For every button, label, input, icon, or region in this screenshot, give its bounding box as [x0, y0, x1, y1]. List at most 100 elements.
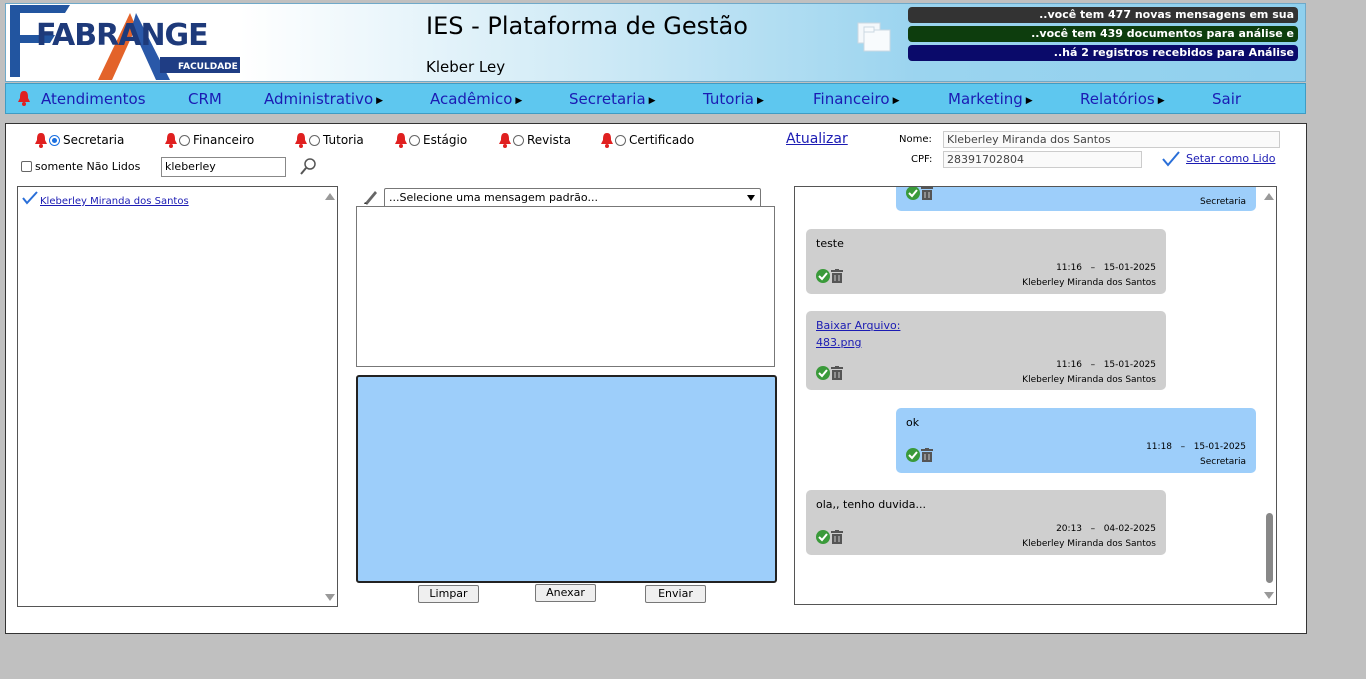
- submenu-arrow-icon: ▶: [1025, 96, 1033, 106]
- message-author: Secretaria: [1200, 197, 1246, 207]
- list-item[interactable]: Kleberley Miranda dos Santos: [22, 191, 189, 207]
- bell-icon: [35, 133, 47, 148]
- unread-only-checkbox[interactable]: [21, 161, 32, 172]
- filter-estagio[interactable]: Estágio: [394, 132, 467, 148]
- radio-estagio[interactable]: [409, 134, 420, 146]
- message-author: Kleberley Miranda dos Santos: [1022, 375, 1156, 385]
- attach-button[interactable]: Anexar: [535, 584, 596, 602]
- chevron-down-icon: [747, 195, 755, 201]
- scroll-down-arrow-icon[interactable]: [325, 594, 335, 601]
- message-author: Kleberley Miranda dos Santos: [1022, 539, 1156, 549]
- main-nav: Atendimentos CRM Administrativo ▶ Acadêmi…: [5, 83, 1306, 114]
- filter-secretaria[interactable]: Secretaria: [34, 132, 124, 148]
- folder-icon[interactable]: [856, 20, 892, 55]
- submenu-arrow-icon: ▶: [515, 96, 523, 106]
- message-author: Kleberley Miranda dos Santos: [1022, 278, 1156, 288]
- bell-icon: [17, 90, 31, 109]
- nav-crm[interactable]: CRM: [188, 90, 222, 108]
- fabrange-logo[interactable]: FACULDADE FABRANGE: [10, 5, 240, 81]
- filter-revista[interactable]: Revista: [498, 132, 571, 148]
- ticker-records[interactable]: ..há 2 registros recebidos para Análise: [908, 45, 1298, 61]
- message-timestamp: 11:18 – 15-01-2025: [1146, 442, 1246, 452]
- nav-financeiro[interactable]: Financeiro ▶: [813, 90, 900, 108]
- scroll-up-arrow-icon[interactable]: [325, 193, 335, 200]
- scroll-up-arrow-icon[interactable]: [1264, 193, 1274, 200]
- message-bubble-received: Baixar Arquivo: 483.png 11:16 – 15-01-202…: [806, 311, 1166, 390]
- refresh-link[interactable]: Atualizar: [786, 131, 848, 147]
- submenu-arrow-icon: ▶: [892, 96, 900, 106]
- read-checkmark-icon: [22, 191, 38, 205]
- submenu-arrow-icon: ▶: [1157, 96, 1165, 106]
- radio-revista[interactable]: [513, 134, 524, 146]
- nav-relatorios[interactable]: Relatórios ▶: [1080, 90, 1165, 108]
- user-name: Kleber Ley: [426, 58, 506, 76]
- message-text: ola,, tenho duvida...: [816, 498, 926, 511]
- search-icon[interactable]: [300, 157, 318, 178]
- logo-subtext: FACULDADE: [178, 62, 238, 72]
- message-bubble-received: ola,, tenho duvida... 20:13 – 04-02-2025…: [806, 490, 1166, 555]
- nav-tutoria[interactable]: Tutoria ▶: [703, 90, 764, 108]
- trash-icon[interactable]: [921, 448, 933, 465]
- clear-button[interactable]: Limpar: [418, 585, 479, 603]
- set-as-read-link[interactable]: Setar como Lido: [1186, 152, 1275, 165]
- check-circle-icon[interactable]: [816, 269, 830, 286]
- message-text: ok: [906, 416, 920, 429]
- ticker-documents[interactable]: ..você tem 439 documentos para análise e: [908, 26, 1298, 42]
- contact-link[interactable]: Kleberley Miranda dos Santos: [40, 196, 189, 207]
- header-banner: FACULDADE FABRANGE IES - Plataforma de G…: [5, 3, 1306, 82]
- message-timestamp: 11:16 – 15-01-2025: [1056, 360, 1156, 370]
- check-circle-icon[interactable]: [816, 366, 830, 383]
- message-timestamp: 20:13 – 04-02-2025: [1056, 524, 1156, 534]
- message-timestamp: 11:16 – 15-01-2025: [1056, 263, 1156, 273]
- bell-icon: [395, 133, 407, 148]
- unread-only-filter[interactable]: somente Não Lidos: [21, 160, 140, 173]
- nav-secretaria[interactable]: Secretaria ▶: [569, 90, 656, 108]
- radio-certificado[interactable]: [615, 134, 626, 146]
- nav-administrativo[interactable]: Administrativo ▶: [264, 90, 383, 108]
- ticker-messages[interactable]: ..você tem 477 novas mensagens em sua: [908, 7, 1298, 23]
- scrollbar-thumb[interactable]: [1266, 513, 1273, 583]
- atendimentos-panel: Secretaria Financeiro Tutoria Estágio Re…: [5, 123, 1307, 634]
- message-bubble-sent: ok 11:18 – 15-01-2025 Secretaria: [896, 408, 1256, 473]
- message-bubble-received: teste 11:16 – 15-01-2025 Kleberley Miran…: [806, 229, 1166, 294]
- radio-financeiro[interactable]: [179, 134, 190, 146]
- name-field[interactable]: Kleberley Miranda dos Santos: [943, 131, 1280, 148]
- template-message-select[interactable]: ...Selecione uma mensagem padrão...: [384, 188, 761, 208]
- page-title: IES - Plataforma de Gestão: [426, 12, 748, 40]
- contacts-list[interactable]: Kleberley Miranda dos Santos: [17, 186, 338, 607]
- name-label: Nome:: [899, 134, 932, 145]
- search-input[interactable]: kleberley: [161, 157, 286, 177]
- send-button[interactable]: Enviar: [645, 585, 706, 603]
- message-textarea[interactable]: [356, 206, 775, 367]
- filter-tutoria[interactable]: Tutoria: [294, 132, 364, 148]
- trash-icon[interactable]: [831, 530, 843, 547]
- nav-marketing[interactable]: Marketing ▶: [948, 90, 1033, 108]
- attachment-link[interactable]: Baixar Arquivo: 483.png: [816, 319, 900, 349]
- submenu-arrow-icon: ▶: [648, 96, 656, 106]
- filter-financeiro[interactable]: Financeiro: [164, 132, 254, 148]
- filter-certificado[interactable]: Certificado: [600, 132, 694, 148]
- scroll-down-arrow-icon[interactable]: [1264, 592, 1274, 599]
- trash-icon[interactable]: [831, 366, 843, 383]
- checkmark-icon: [1162, 151, 1180, 170]
- bell-icon: [165, 133, 177, 148]
- nav-sair[interactable]: Sair: [1212, 90, 1241, 108]
- cpf-field[interactable]: 28391702804: [943, 151, 1142, 168]
- chat-history[interactable]: Secretaria teste 11:16 – 15-01-2025 Kleb…: [794, 186, 1277, 605]
- nav-atendimentos[interactable]: Atendimentos: [41, 90, 146, 108]
- radio-tutoria[interactable]: [309, 134, 320, 146]
- radio-secretaria[interactable]: [49, 134, 60, 146]
- trash-icon[interactable]: [921, 187, 933, 203]
- bell-icon: [295, 133, 307, 148]
- submenu-arrow-icon: ▶: [376, 96, 384, 106]
- message-bubble-sent: Secretaria: [896, 187, 1256, 211]
- trash-icon[interactable]: [831, 269, 843, 286]
- submenu-arrow-icon: ▶: [756, 96, 764, 106]
- cpf-label: CPF:: [911, 154, 933, 165]
- message-preview-area[interactable]: [356, 375, 777, 583]
- bell-icon: [499, 133, 511, 148]
- nav-academico[interactable]: Acadêmico ▶: [430, 90, 522, 108]
- check-circle-icon[interactable]: [816, 530, 830, 547]
- check-circle-icon[interactable]: [906, 187, 920, 203]
- check-circle-icon[interactable]: [906, 448, 920, 465]
